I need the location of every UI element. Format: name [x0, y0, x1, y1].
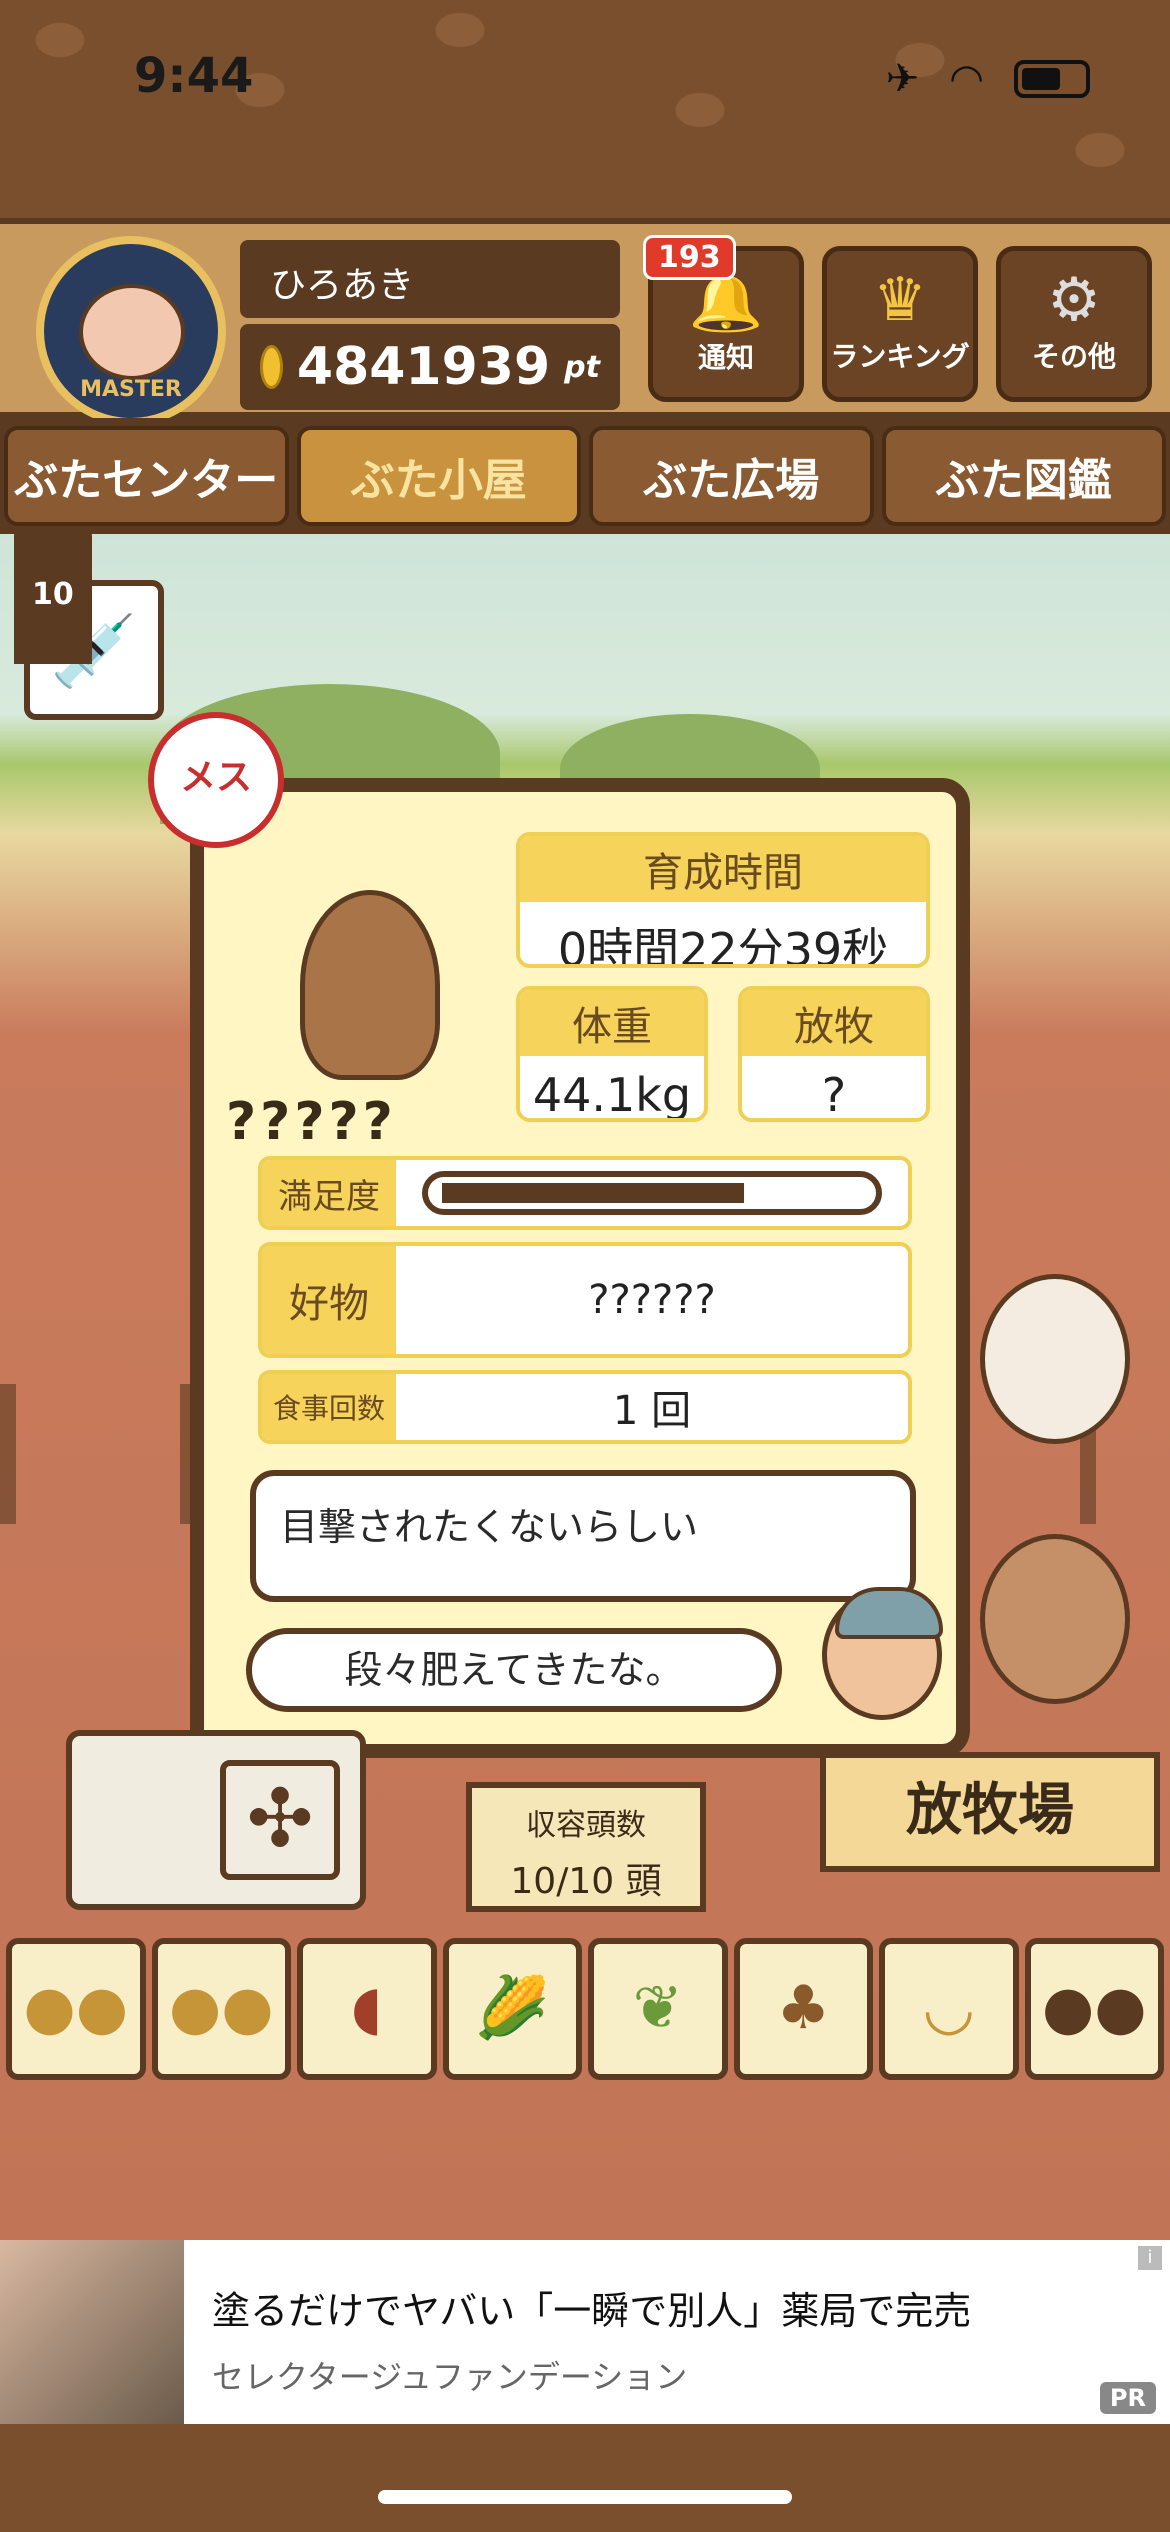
other-label: その他	[1031, 340, 1116, 373]
raise-time-box: 育成時間 0時間22分39秒	[516, 832, 930, 968]
status-time: 9:44	[134, 48, 254, 104]
ad-info-icon[interactable]: i	[1138, 2246, 1162, 2270]
raise-time-value: 0時間22分39秒	[557, 923, 889, 968]
favorite-value: ??????	[588, 1277, 716, 1323]
tab-buta-hiroba[interactable]: ぶた広場	[589, 426, 874, 526]
ranking-button[interactable]: ♛ ランキング	[822, 246, 978, 402]
tab-buta-center[interactable]: ぶたセンター	[4, 426, 289, 526]
satisfaction-bar	[422, 1171, 882, 1215]
pig-name: ?????	[226, 1092, 397, 1152]
tab-buta-goya[interactable]: ぶた小屋	[296, 426, 581, 526]
notify-button[interactable]: 193 🔔 通知	[643, 235, 804, 402]
graze-label: 放牧	[742, 990, 926, 1056]
capacity-label: 収容頭数	[526, 1808, 646, 1843]
crown-icon: ♛	[873, 265, 927, 335]
pig-brown[interactable]	[980, 1534, 1130, 1704]
food-bar: ●● ●● ◖ 🌽 ❦ ♣ ◡ ●●	[6, 1938, 1164, 2080]
ad-banner[interactable]: 塗るだけでヤバい「一瞬で別人」薬局で完売 セレクタージュファンデーション i P…	[0, 2240, 1170, 2424]
capacity-sign: 収容頭数 10/10 頭	[466, 1782, 706, 1912]
graze-field-sign[interactable]: 放牧場	[820, 1752, 1160, 1872]
satisfaction-label: 満足度	[262, 1160, 396, 1226]
status-bar: 9:44 ✈ ◠	[0, 0, 1170, 150]
meals-label: 食事回数	[262, 1374, 396, 1440]
gear-icon: ⚙	[1047, 265, 1101, 335]
battery-icon	[1014, 60, 1090, 98]
notify-badge: 193	[643, 235, 736, 280]
thought-bubble: 目撃されたくないらしい	[250, 1470, 916, 1602]
header-bar: MASTER ひろあき 4841939 pt 193 🔔 通知 ♛ ランキング …	[0, 218, 1170, 426]
status-icons: ✈ ◠	[886, 56, 1090, 102]
wifi-icon: ◠	[949, 56, 984, 102]
main-tabs: ぶたセンター ぶた小屋 ぶた広場 ぶた図鑑	[0, 418, 1170, 534]
weight-label: 体重	[520, 990, 704, 1056]
favorite-row: 好物 ??????	[258, 1242, 912, 1358]
airplane-icon: ✈	[885, 56, 920, 102]
tab-buta-zukan[interactable]: ぶた図鑑	[881, 426, 1166, 526]
weight-box: 体重 44.1kg	[516, 986, 708, 1122]
weight-value: 44.1kg	[532, 1068, 692, 1122]
home-indicator[interactable]	[378, 2490, 792, 2504]
ad-pr-badge: PR	[1099, 2382, 1156, 2414]
graze-value: ?	[821, 1068, 847, 1122]
graze-box: 放牧 ?	[738, 986, 930, 1122]
meals-value: 1 回	[612, 1388, 692, 1434]
food-item-leaf-icon[interactable]: ❦	[588, 1938, 728, 2080]
food-item-acorn-icon[interactable]: ♣	[733, 1938, 873, 2080]
favorite-label: 好物	[262, 1246, 396, 1354]
fan-icon[interactable]: ✣	[220, 1760, 340, 1880]
other-button[interactable]: ⚙ その他	[996, 246, 1152, 402]
coin-icon	[260, 345, 283, 389]
ad-title: 塗るだけでヤバい「一瞬で別人」薬局で完売	[212, 2289, 972, 2333]
raise-time-label: 育成時間	[520, 836, 926, 902]
farmer-icon	[822, 1587, 943, 1720]
food-item-grain[interactable]: ●●	[151, 1938, 291, 2080]
player-name: ひろあき	[240, 240, 620, 318]
satisfaction-row: 満足度	[258, 1156, 912, 1230]
food-item-sweet-potato-icon[interactable]: ◖	[297, 1938, 437, 2080]
ad-image	[0, 2240, 184, 2424]
ad-subtitle: セレクタージュファンデーション	[212, 2358, 688, 2396]
ranking-label: ランキング	[830, 340, 970, 373]
syringe-button[interactable]: 10 💉	[14, 526, 164, 720]
syringe-count: 10	[14, 526, 92, 664]
equipment-panel[interactable]: ✣	[66, 1730, 366, 1910]
master-badge[interactable]: MASTER	[36, 236, 226, 426]
food-item-truffle[interactable]: ●●	[1024, 1938, 1164, 2080]
meals-row: 食事回数 1 回	[258, 1370, 912, 1444]
pig-avatar-icon	[79, 284, 185, 380]
food-item-grain[interactable]: ●●	[6, 1938, 146, 2080]
master-label: MASTER	[80, 377, 182, 402]
speech-bubble: 段々肥えてきたな。	[246, 1628, 782, 1712]
boar-icon	[300, 890, 440, 1080]
pig-white[interactable]	[980, 1274, 1130, 1444]
satisfaction-fill	[442, 1183, 745, 1203]
capacity-value: 10/10 頭	[510, 1861, 662, 1902]
female-icon: メス	[148, 712, 284, 848]
food-item-bowl[interactable]: ◡	[879, 1938, 1019, 2080]
points-display: 4841939 pt	[240, 324, 620, 410]
notify-label: 通知	[697, 341, 754, 374]
points-unit: pt	[564, 349, 600, 385]
food-item-corn-icon[interactable]: 🌽	[442, 1938, 582, 2080]
points-value: 4841939	[296, 337, 551, 397]
